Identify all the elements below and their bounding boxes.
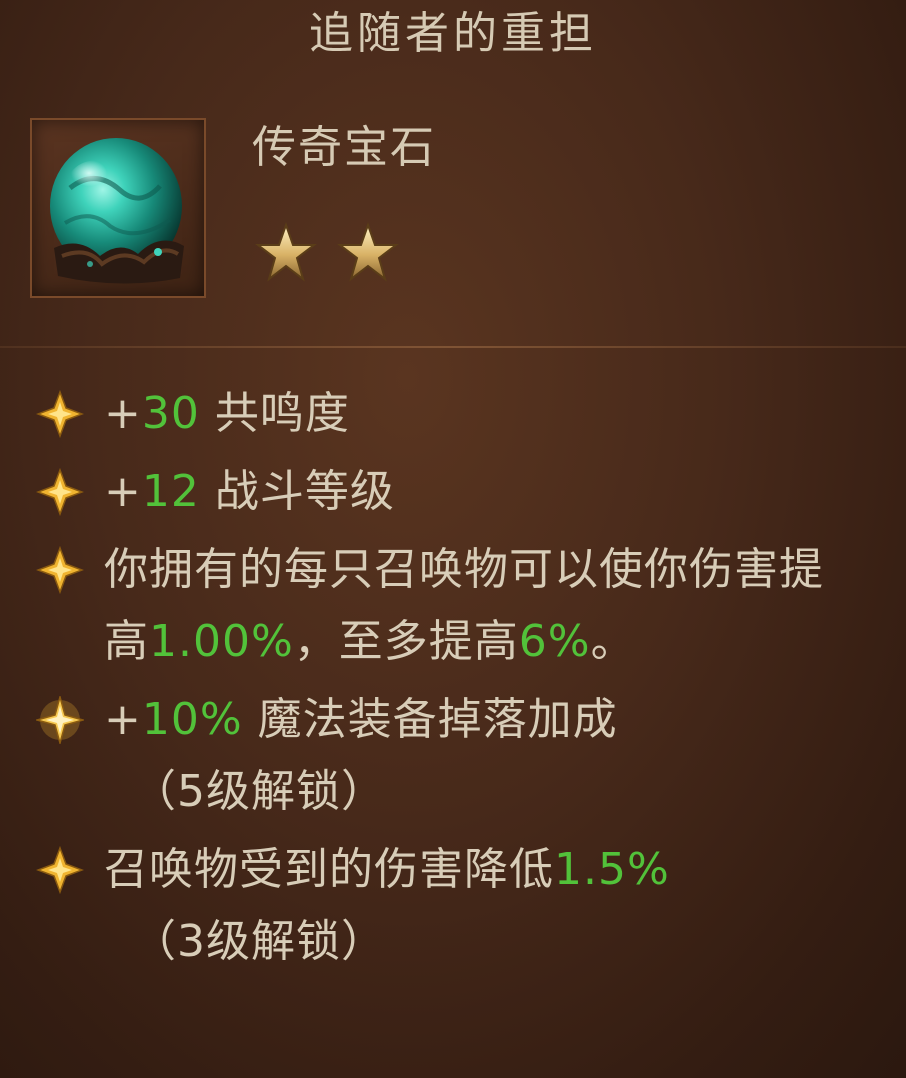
divider <box>0 346 906 348</box>
star-icon <box>255 222 317 282</box>
affix-minion-damage-reduction: 召唤物受到的伤害降低1.5% （3级解锁） <box>0 834 906 978</box>
affix-value: 6% <box>518 616 591 667</box>
item-type: 传奇宝石 <box>252 122 436 173</box>
unlock-requirement: （5级解锁） <box>132 766 386 817</box>
gem-icon-frame <box>30 118 206 298</box>
affix-combat-level: +12 战斗等级 <box>0 456 906 528</box>
affix-value: 10% <box>141 694 243 745</box>
affix-value: 30 <box>141 388 200 439</box>
teal-gem-icon <box>50 138 184 284</box>
affix-resonance: +30 共鸣度 <box>0 378 906 450</box>
affix-value: 12 <box>141 466 200 517</box>
unlock-requirement: （3级解锁） <box>132 916 386 967</box>
affix-magic-find: +10% 魔法装备掉落加成 （5级解锁） <box>0 684 906 828</box>
item-tooltip: 追随者的重担 传奇宝石 +30 共鸣度 +12 战斗等级 你拥有的每只召唤物可以… <box>0 0 906 1078</box>
diamond-bullet-icon <box>36 846 84 894</box>
diamond-bullet-icon <box>36 468 84 516</box>
diamond-bullet-icon <box>36 390 84 438</box>
affix-value: 1.5% <box>554 844 670 895</box>
item-name: 追随者的重担 <box>309 8 597 59</box>
affix-list: +30 共鸣度 +12 战斗等级 你拥有的每只召唤物可以使你伤害提高1.00%，… <box>0 378 906 978</box>
sparkle-bullet-icon <box>36 696 84 744</box>
affix-minion-damage: 你拥有的每只召唤物可以使你伤害提高1.00%，至多提高6%。 <box>0 534 906 678</box>
star-rating <box>255 222 399 284</box>
diamond-bullet-icon <box>36 546 84 594</box>
affix-value: 1.00% <box>149 616 294 667</box>
star-icon <box>337 222 399 282</box>
